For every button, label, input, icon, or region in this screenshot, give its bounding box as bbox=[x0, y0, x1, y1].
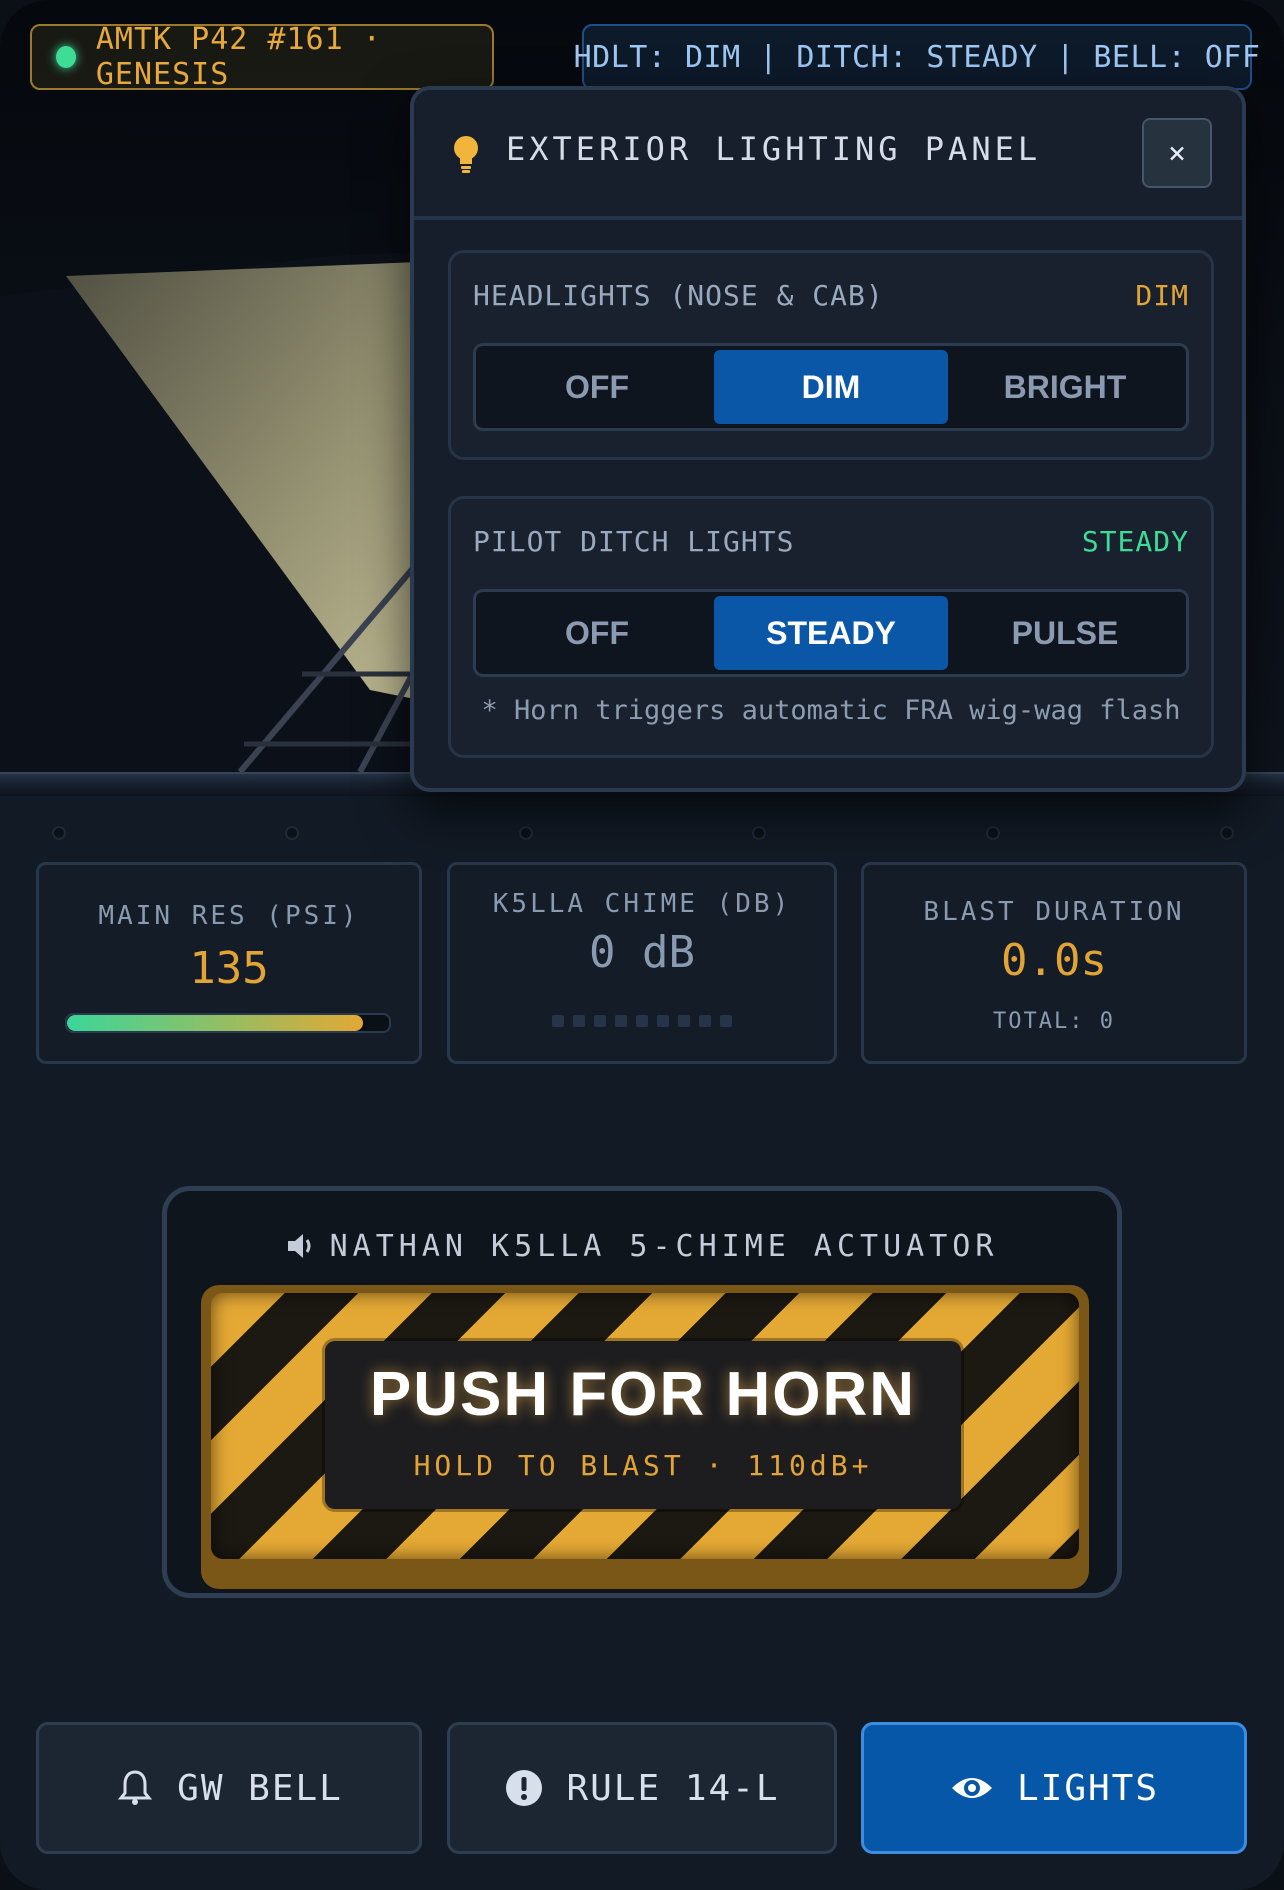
ditch-lights-control: PILOT DITCH LIGHTS STEADY OFF STEADY PULSE… bbox=[448, 496, 1214, 758]
horn-actuator-housing: NATHAN K5LLA 5-CHIME ACTUATOR PUSH FOR H… bbox=[162, 1186, 1122, 1598]
chime-led bbox=[657, 1015, 669, 1027]
chime-level-label: K5LLA CHIME (DB) bbox=[492, 889, 792, 919]
chime-led-meter bbox=[450, 1015, 834, 1027]
headlights-label: HEADLIGHTS (NOSE & CAB) bbox=[473, 279, 884, 312]
close-icon: × bbox=[1167, 135, 1187, 171]
rivet bbox=[52, 826, 66, 840]
eye-icon bbox=[951, 1778, 992, 1798]
exterior-lighting-modal: EXTERIOR LIGHTING PANEL × HEADLIGHTS (NO… bbox=[410, 86, 1246, 792]
chime-led bbox=[636, 1015, 648, 1027]
blast-total-count: TOTAL: 0 bbox=[993, 1009, 1115, 1034]
chime-led bbox=[594, 1015, 606, 1027]
horn-caption-text: NATHAN K5LLA 5-CHIME ACTUATOR bbox=[329, 1229, 999, 1264]
rivet bbox=[1220, 826, 1234, 840]
blast-duration-label: BLAST DURATION bbox=[923, 897, 1185, 927]
rivet bbox=[519, 826, 533, 840]
horn-button-subtitle: HOLD TO BLAST · 110dB+ bbox=[413, 1449, 873, 1482]
chime-level-gauge: K5LLA CHIME (DB) 0 dB bbox=[447, 862, 837, 1064]
ditch-lights-mode-selector: OFF STEADY PULSE bbox=[473, 589, 1189, 677]
gw-bell-button[interactable]: GW BELL bbox=[36, 1722, 422, 1854]
modal-title: EXTERIOR LIGHTING PANEL bbox=[506, 130, 1042, 168]
lights-button[interactable]: LIGHTS bbox=[861, 1722, 1247, 1854]
lightbulb-icon bbox=[454, 136, 478, 173]
locomotive-id-chip: AMTK P42 #161 · GENESIS bbox=[30, 22, 494, 92]
rivet bbox=[285, 826, 299, 840]
ditch-lights-option-steady[interactable]: STEADY bbox=[714, 596, 948, 670]
ditch-lights-label: PILOT DITCH LIGHTS bbox=[473, 525, 795, 558]
locomotive-control-app: AMTK P42 #161 · GENESIS HDLT: DIM | DITC… bbox=[0, 0, 1284, 1890]
horn-label-plate: PUSH FOR HORN HOLD TO BLAST · 110dB+ bbox=[325, 1341, 961, 1509]
chime-led bbox=[699, 1015, 711, 1027]
locomotive-id-label: AMTK P42 #161 · GENESIS bbox=[95, 22, 382, 92]
headlights-state: DIM bbox=[1135, 279, 1189, 312]
horn-caption: NATHAN K5LLA 5-CHIME ACTUATOR bbox=[167, 1229, 1117, 1264]
speaker-icon bbox=[287, 1234, 311, 1258]
headlights-control: HEADLIGHTS (NOSE & CAB) DIM OFF DIM BRIGHT bbox=[448, 250, 1214, 460]
rule-14l-button[interactable]: RULE 14-L bbox=[447, 1722, 837, 1854]
headlights-option-dim[interactable]: DIM bbox=[714, 350, 948, 424]
alert-icon bbox=[506, 1770, 543, 1806]
chime-led bbox=[678, 1015, 690, 1027]
lights-label: LIGHTS bbox=[1016, 1767, 1160, 1809]
chime-led bbox=[573, 1015, 585, 1027]
wig-wag-note: * Horn triggers automatic FRA wig-wag fl… bbox=[481, 695, 1181, 726]
gw-bell-label: GW BELL bbox=[177, 1767, 343, 1809]
horn-button-title: PUSH FOR HORN bbox=[369, 1360, 917, 1429]
ditch-lights-state: STEADY bbox=[1081, 525, 1189, 558]
rivet bbox=[986, 826, 1000, 840]
modal-header: EXTERIOR LIGHTING PANEL × bbox=[414, 90, 1242, 220]
push-for-horn-button[interactable]: PUSH FOR HORN HOLD TO BLAST · 110dB+ bbox=[201, 1285, 1089, 1589]
blast-duration-value: 0.0s bbox=[1001, 935, 1107, 986]
headlights-option-bright[interactable]: BRIGHT bbox=[948, 350, 1182, 424]
rivet bbox=[752, 826, 766, 840]
main-reservoir-gauge: MAIN RES (PSI) 135 bbox=[36, 862, 422, 1064]
lighting-status-readout: HDLT: DIM | DITCH: STEADY | BELL: OFF bbox=[574, 24, 1260, 90]
headlights-option-off[interactable]: OFF bbox=[480, 350, 714, 424]
headlights-mode-selector: OFF DIM BRIGHT bbox=[473, 343, 1189, 431]
chime-level-value: 0 dB bbox=[589, 927, 695, 978]
close-modal-button[interactable]: × bbox=[1142, 118, 1212, 188]
online-status-dot bbox=[56, 46, 76, 68]
blast-duration-gauge: BLAST DURATION 0.0s TOTAL: 0 bbox=[861, 862, 1247, 1064]
main-reservoir-bar-fill bbox=[67, 1015, 364, 1031]
main-reservoir-value: 135 bbox=[189, 943, 269, 994]
main-reservoir-bar bbox=[65, 1013, 391, 1033]
chime-led bbox=[552, 1015, 564, 1027]
ditch-lights-option-off[interactable]: OFF bbox=[480, 596, 714, 670]
main-reservoir-label: MAIN RES (PSI) bbox=[98, 901, 360, 931]
chime-led bbox=[720, 1015, 732, 1027]
bell-icon bbox=[118, 1770, 153, 1805]
ditch-lights-option-pulse[interactable]: PULSE bbox=[948, 596, 1182, 670]
rule-14l-label: RULE 14-L bbox=[566, 1767, 780, 1809]
chime-led bbox=[615, 1015, 627, 1027]
